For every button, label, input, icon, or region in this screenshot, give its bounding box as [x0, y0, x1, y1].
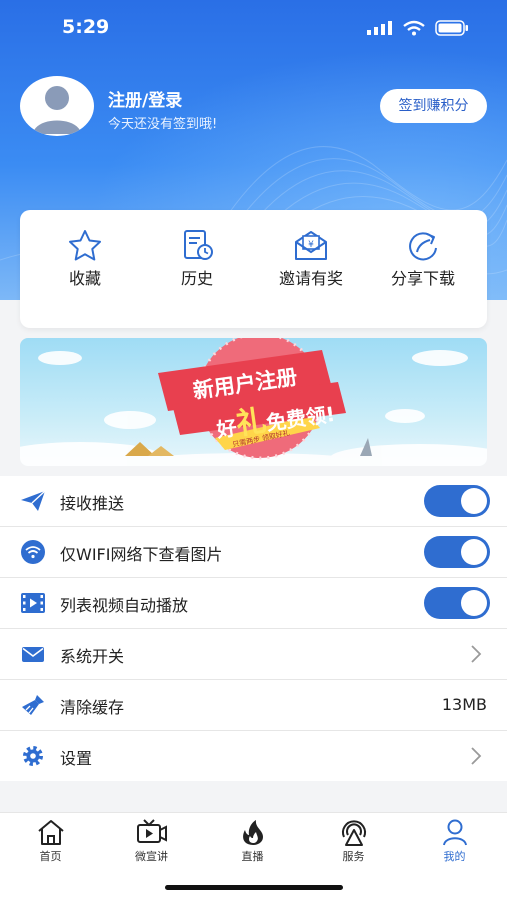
history-action[interactable]: 历史: [142, 210, 252, 328]
history-icon: [184, 230, 213, 260]
invite-label: 邀请有奖: [278, 269, 343, 288]
push-row: 接收推送: [0, 476, 507, 527]
login-link[interactable]: 注册/登录: [108, 86, 182, 111]
tab-live[interactable]: 直播: [202, 813, 303, 873]
toggle-knob: [461, 590, 487, 616]
chevron-right-icon: [471, 747, 482, 765]
wifi-images-toggle[interactable]: [424, 536, 490, 568]
push-toggle[interactable]: [424, 485, 490, 517]
fire-icon: [243, 820, 263, 845]
favorites-label: 收藏: [68, 269, 101, 288]
wifi-images-label: 仅WIFI网络下查看图片: [60, 545, 223, 564]
star-icon: [69, 230, 101, 261]
new-user-promo-banner[interactable]: 新用户注册 好礼免费领! 只需两步 领取好礼: [20, 338, 487, 466]
wifi-icon: [403, 20, 425, 36]
tab-live-label: 直播: [241, 850, 264, 863]
wifi-circle-icon: [21, 540, 45, 564]
autoplay-toggle[interactable]: [424, 587, 490, 619]
system-switch-row[interactable]: 系统开关: [0, 629, 507, 680]
toggle-knob: [461, 488, 487, 514]
video-icon: [137, 819, 167, 843]
settings-list: 接收推送 仅WIFI网络下查看图片 列表视频自动播放 系统开关 清除缓存 13M…: [0, 476, 507, 781]
tab-mine-label: 我的: [443, 850, 466, 863]
gear-icon: [23, 746, 43, 766]
invite-icon: ¥: [295, 231, 327, 260]
tab-mine[interactable]: 我的: [404, 813, 505, 873]
video-list-icon: [21, 593, 45, 613]
share-action[interactable]: 分享下载: [368, 210, 478, 328]
system-switch-label: 系统开关: [60, 647, 125, 666]
service-icon: [342, 820, 366, 846]
battery-icon: [435, 20, 468, 36]
cache-size-value: 13MB: [441, 695, 487, 714]
autoplay-row: 列表视频自动播放: [0, 578, 507, 629]
broom-icon: [22, 695, 44, 715]
user-icon: [443, 819, 467, 846]
signal-icon: [367, 21, 392, 35]
avatar[interactable]: [20, 76, 94, 136]
tab-service-label: 服务: [342, 850, 365, 863]
push-label: 接收推送: [60, 494, 125, 513]
chevron-right-icon: [471, 645, 482, 663]
paper-plane-icon: [21, 490, 46, 511]
clear-cache-row[interactable]: 清除缓存 13MB: [0, 680, 507, 731]
checkin-status-text: 今天还没有签到哦!: [108, 117, 218, 132]
mail-icon: [22, 647, 44, 662]
history-label: 历史: [180, 269, 213, 288]
settings-row[interactable]: 设置: [0, 731, 507, 781]
invite-action[interactable]: ¥ 邀请有奖: [256, 210, 366, 328]
autoplay-label: 列表视频自动播放: [60, 596, 189, 615]
tab-video-label: 微宣讲: [135, 850, 168, 863]
favorites-action[interactable]: 收藏: [30, 210, 140, 328]
share-icon: [409, 232, 437, 261]
status-time: 5:29: [62, 16, 110, 38]
home-icon: [38, 820, 64, 845]
tab-home[interactable]: 首页: [0, 813, 101, 873]
tab-home-label: 首页: [39, 850, 62, 863]
wifi-images-row: 仅WIFI网络下查看图片: [0, 527, 507, 578]
clear-cache-label: 清除缓存: [60, 698, 125, 717]
tab-service[interactable]: 服务: [303, 813, 404, 873]
toggle-knob: [461, 539, 487, 565]
checkin-button[interactable]: 签到赚积分: [380, 89, 487, 123]
settings-label: 设置: [60, 749, 93, 768]
home-indicator[interactable]: [165, 885, 343, 890]
share-label: 分享下载: [390, 269, 455, 288]
status-bar: 5:29: [0, 14, 507, 44]
default-avatar-icon: [33, 86, 81, 134]
svg-text:¥: ¥: [308, 240, 314, 250]
tab-video[interactable]: 微宣讲: [101, 813, 202, 873]
quick-actions-card: 收藏 历史 ¥ 邀请有奖 分享下载: [20, 210, 487, 328]
